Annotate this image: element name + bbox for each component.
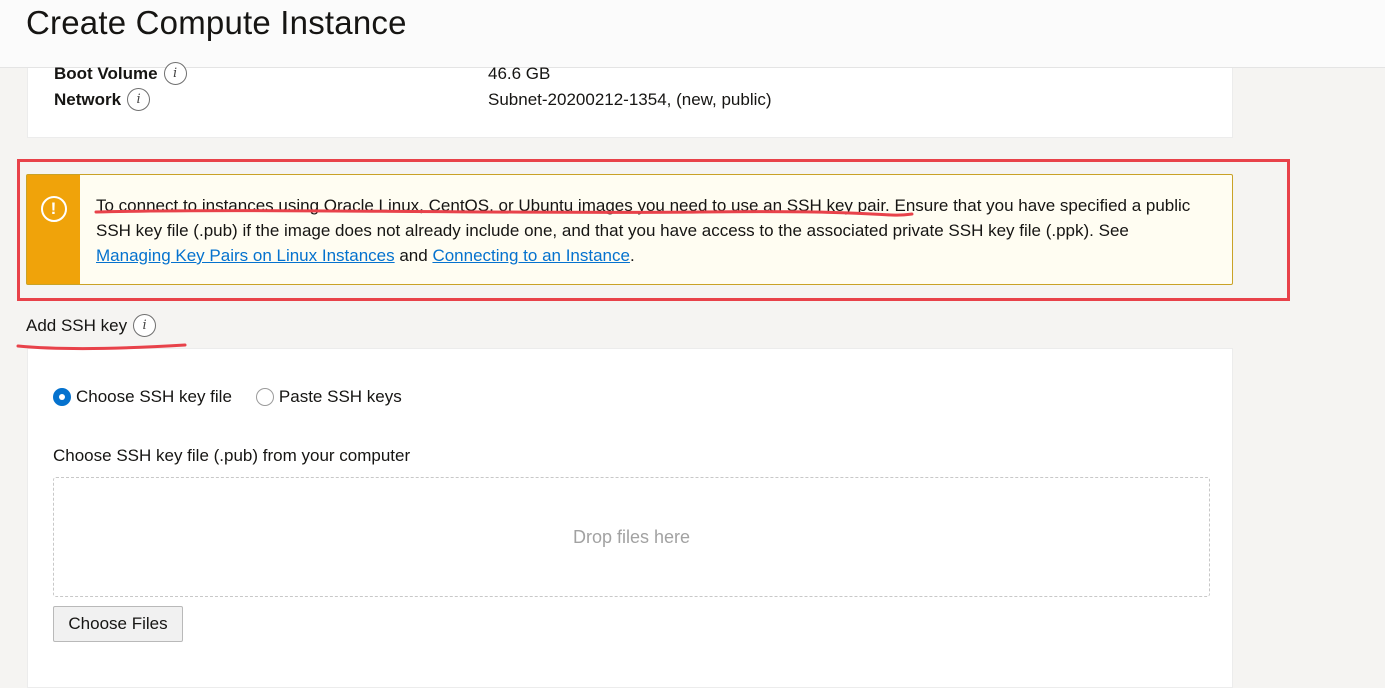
summary-label: Boot Volume bbox=[54, 63, 158, 83]
summary-row-network: Network i Subnet-20200212-1354, (new, pu… bbox=[54, 88, 772, 111]
ssh-key-card: Choose SSH key file Paste SSH keys Choos… bbox=[27, 348, 1233, 688]
file-label: Choose SSH key file (.pub) from your com… bbox=[53, 446, 411, 465]
summary-value: Subnet-20200212-1354, (new, public) bbox=[488, 89, 772, 109]
radio-label: Choose SSH key file bbox=[76, 387, 232, 406]
annotation-highlight-box bbox=[17, 159, 1290, 301]
add-ssh-key-heading: Add SSH key i bbox=[26, 314, 157, 337]
radio-label: Paste SSH keys bbox=[278, 387, 402, 406]
dropzone-text: Drop files here bbox=[572, 526, 691, 547]
page-header: Create Compute Instance bbox=[0, 0, 1385, 68]
file-dropzone[interactable]: Drop files here bbox=[53, 477, 1210, 597]
radio-paste-ssh-keys[interactable]: Paste SSH keys bbox=[255, 387, 402, 407]
ssh-key-source-radio-group: Choose SSH key file Paste SSH keys bbox=[53, 387, 426, 407]
ssh-section-label: Add SSH key bbox=[26, 315, 128, 335]
radio-checked-icon[interactable] bbox=[53, 388, 71, 406]
radio-unchecked-icon[interactable] bbox=[255, 388, 274, 406]
summary-row-boot-volume: Boot Volume i 46.6 GB bbox=[54, 62, 550, 85]
info-icon[interactable]: i bbox=[133, 314, 157, 337]
info-icon[interactable]: i bbox=[127, 88, 151, 111]
summary-card: Boot Volume i 46.6 GB Network i Subnet-2… bbox=[27, 62, 1233, 138]
summary-value: 46.6 GB bbox=[488, 63, 551, 83]
choose-files-button[interactable]: Choose Files bbox=[53, 606, 183, 642]
summary-label: Network bbox=[54, 89, 122, 109]
radio-choose-ssh-key-file[interactable]: Choose SSH key file bbox=[53, 387, 232, 407]
info-icon[interactable]: i bbox=[163, 62, 187, 85]
page-title: Create Compute Instance bbox=[26, 4, 407, 41]
